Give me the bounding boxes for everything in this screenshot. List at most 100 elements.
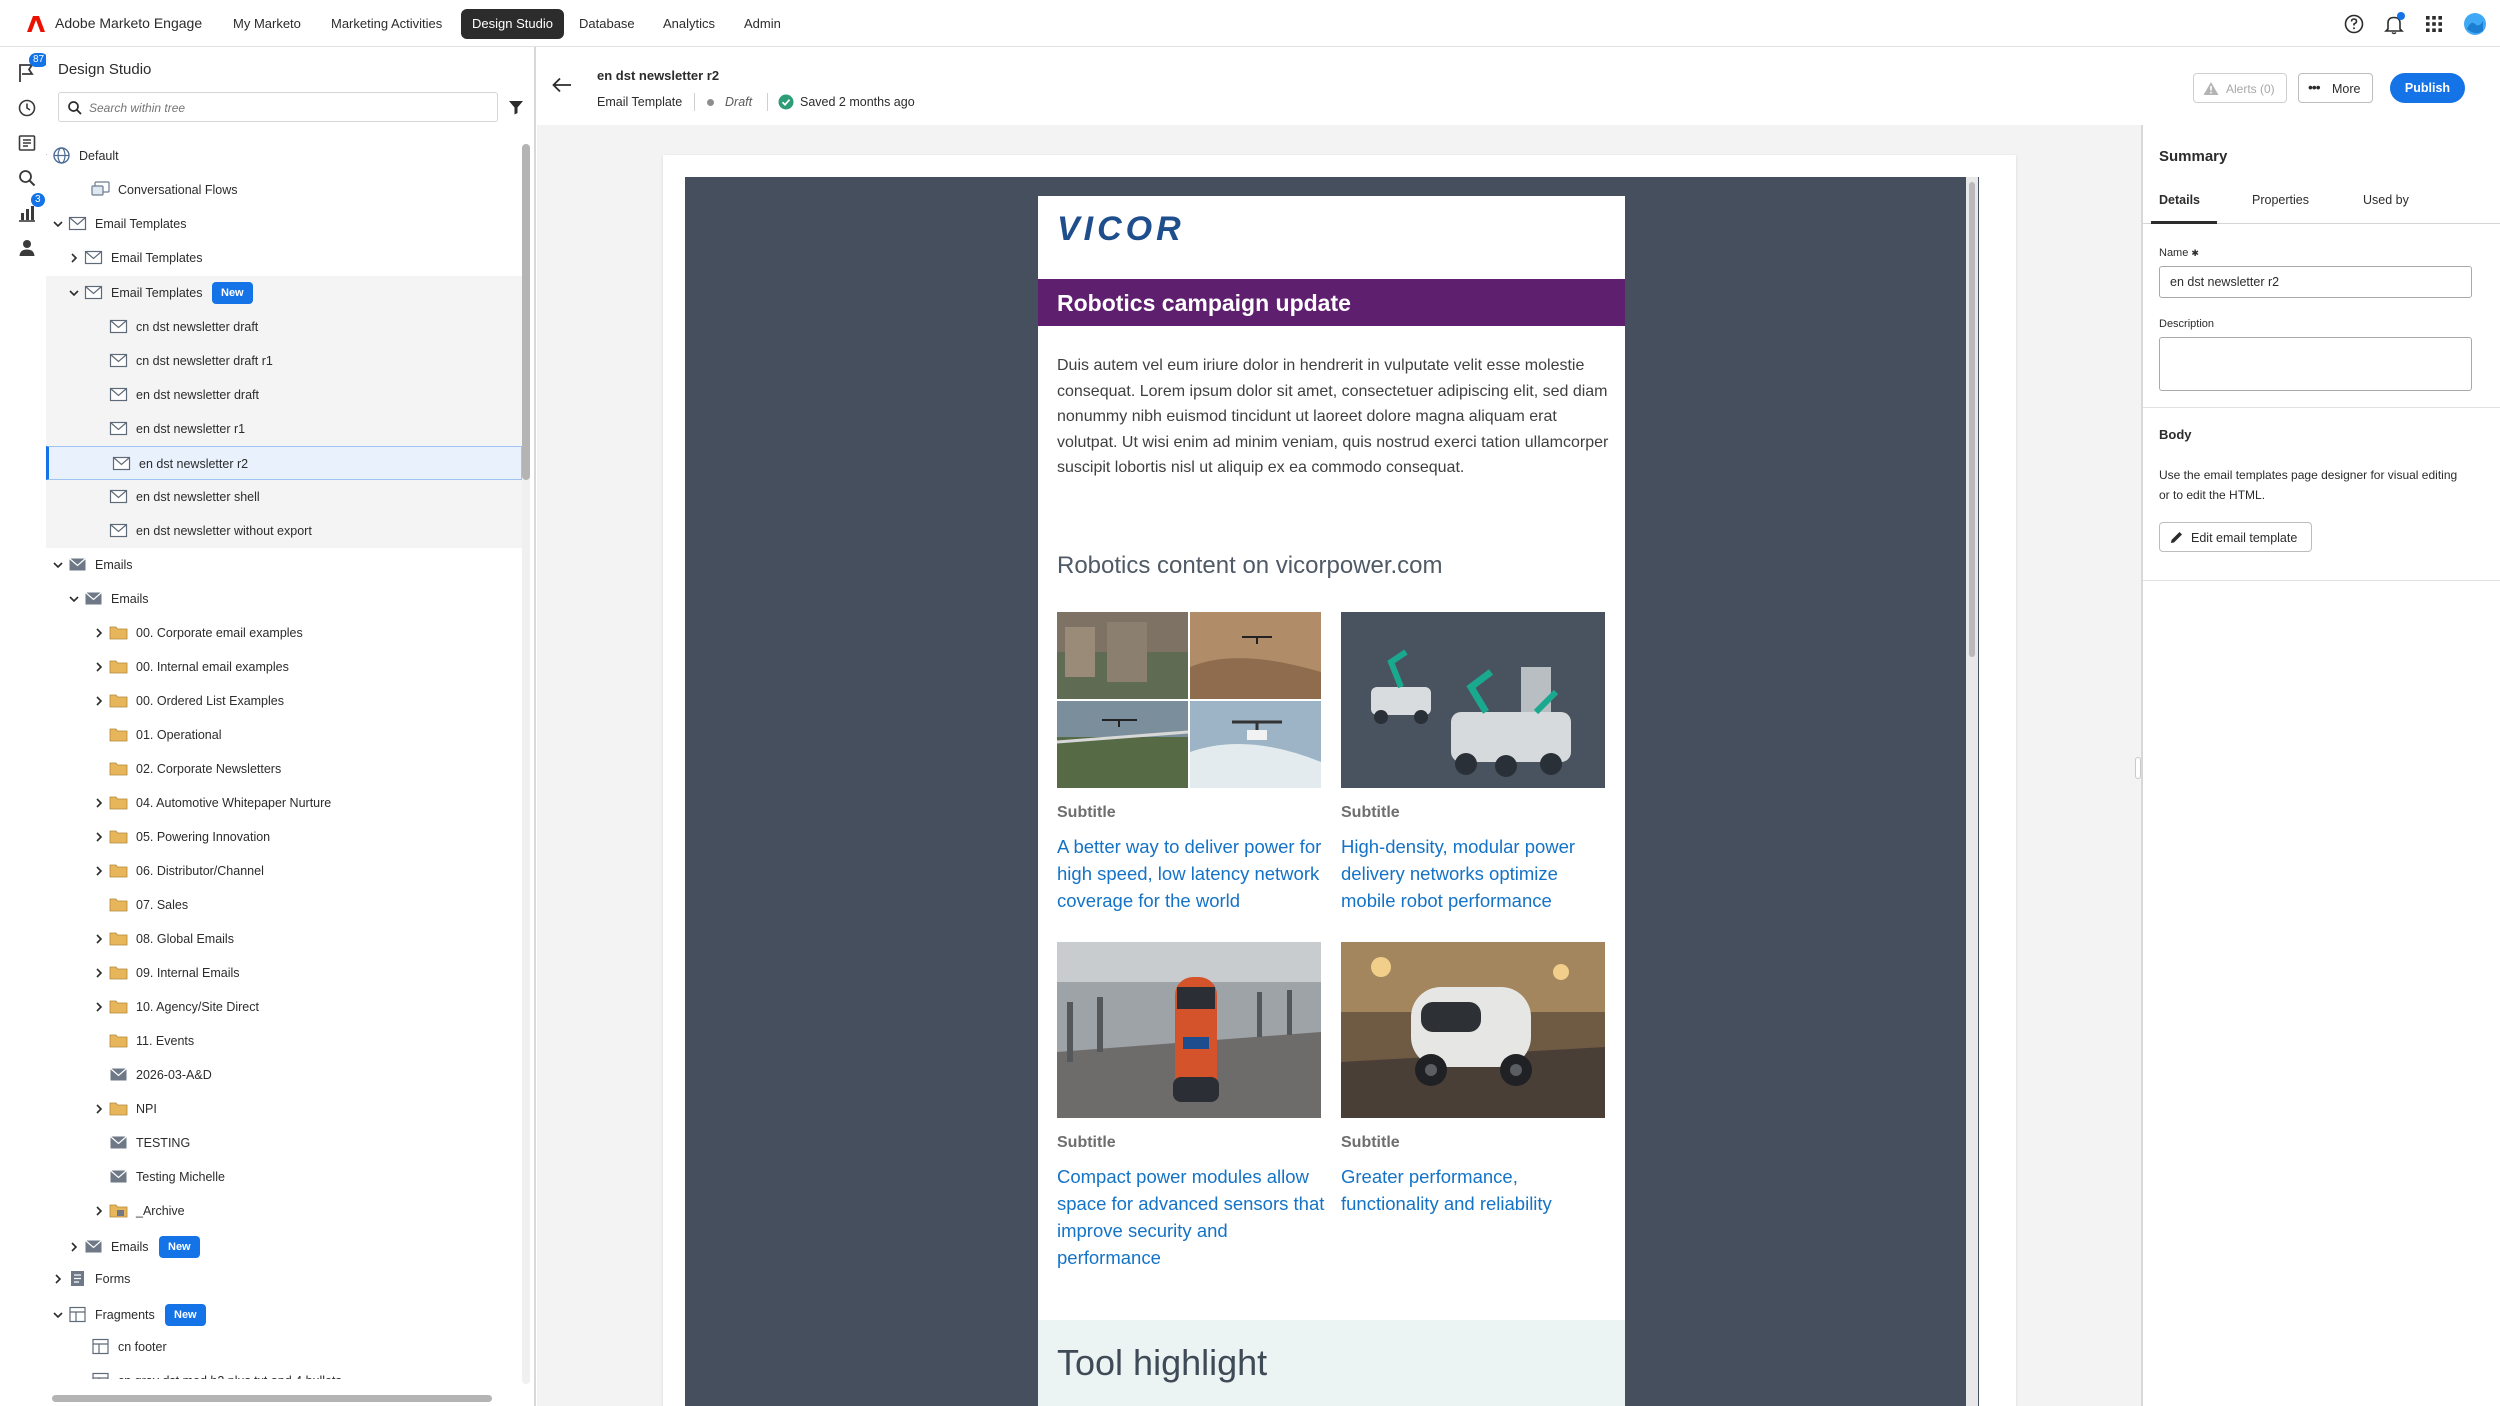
email-body[interactable]: VICOR Robotics campaign update Duis aute… [1038, 196, 1625, 1406]
brand-name[interactable]: Adobe Marketo Engage [55, 13, 202, 33]
nav-admin[interactable]: Admin [733, 9, 792, 39]
tree-item[interactable]: Conversational Flows [46, 173, 522, 207]
chevron-right-icon[interactable] [93, 865, 105, 877]
tree-item[interactable]: TESTING [46, 1126, 522, 1160]
tree-item[interactable]: 01. Operational [46, 718, 522, 752]
chevron-right-icon[interactable] [68, 252, 80, 264]
help-icon[interactable] [2341, 11, 2367, 37]
tree-item[interactable]: 05. Powering Innovation [46, 820, 522, 854]
user-avatar[interactable] [2462, 11, 2488, 37]
tree-item[interactable]: NPI [46, 1092, 522, 1126]
chevron-right-icon[interactable] [93, 1205, 105, 1217]
chevron-right-icon[interactable] [52, 1273, 64, 1285]
tree-item[interactable]: 00. Ordered List Examples [46, 684, 522, 718]
chevron-right-icon[interactable] [93, 1103, 105, 1115]
chevron-down-icon[interactable] [52, 1309, 64, 1321]
tree-item[interactable]: cn dst newsletter draft [46, 310, 522, 344]
search-icon[interactable] [16, 167, 38, 189]
tree-item[interactable]: Emails [46, 548, 522, 582]
tree-panel-title: Design Studio [58, 61, 152, 78]
nav-my-marketo[interactable]: My Marketo [222, 9, 312, 39]
chevron-down-icon[interactable] [52, 559, 64, 571]
tree-item[interactable]: Email Templates [46, 241, 522, 275]
chevron-right-icon[interactable] [93, 661, 105, 673]
alerts-button[interactable]: Alerts (0) [2193, 73, 2287, 103]
tree-item[interactable]: Fragments New [46, 1298, 522, 1332]
chevron-down-icon[interactable] [68, 287, 80, 299]
card-link[interactable]: Greater performance, functionality and r… [1341, 1163, 1611, 1217]
chevron-right-icon[interactable] [93, 933, 105, 945]
description-field[interactable] [2159, 337, 2472, 391]
tree-item[interactable]: Email Templates New [46, 276, 522, 310]
recent-history-icon[interactable] [16, 97, 38, 119]
tree-item[interactable]: en dst newsletter r2 [46, 446, 522, 480]
panel-resize-handle[interactable] [2135, 757, 2141, 779]
publish-button[interactable]: Publish [2390, 73, 2465, 103]
chevron-right-icon[interactable] [93, 627, 105, 639]
tab-properties[interactable]: Properties [2252, 193, 2309, 207]
chevron-down-icon[interactable] [46, 150, 48, 162]
tree-vertical-scrollbar[interactable] [522, 144, 530, 1384]
card-link[interactable]: Compact power modules allow space for ad… [1057, 1163, 1327, 1271]
chevron-down-icon[interactable] [68, 593, 80, 605]
back-arrow-icon[interactable] [551, 75, 573, 95]
adobe-logo-icon[interactable] [26, 14, 46, 34]
tree-item[interactable]: Testing Michelle [46, 1160, 522, 1194]
chevron-right-icon[interactable] [93, 797, 105, 809]
card-link[interactable]: A better way to deliver power for high s… [1057, 833, 1327, 914]
tree-item[interactable]: cn gray dst mod h2 plus txt and 4 bullet… [46, 1364, 522, 1379]
tree-item[interactable]: Email Templates [46, 207, 522, 241]
tree-search[interactable] [58, 92, 498, 122]
tree-item[interactable]: cn dst newsletter draft r1 [46, 344, 522, 378]
fragment-icon [68, 1306, 87, 1323]
tree-horizontal-scrollbar[interactable] [52, 1395, 492, 1402]
preview-scrollbar[interactable] [1966, 177, 1978, 1406]
tab-details[interactable]: Details [2159, 193, 2200, 207]
apps-grid-icon[interactable] [2421, 11, 2447, 37]
nav-design-studio[interactable]: Design Studio [461, 9, 564, 39]
filter-icon[interactable] [506, 97, 526, 117]
nav-database[interactable]: Database [568, 9, 646, 39]
tree-item[interactable]: 06. Distributor/Channel [46, 854, 522, 888]
tree-item[interactable]: en dst newsletter without export [46, 514, 522, 548]
tree-item[interactable]: 09. Internal Emails [46, 956, 522, 990]
nav-analytics[interactable]: Analytics [652, 9, 726, 39]
chevron-right-icon[interactable] [93, 967, 105, 979]
notifications-bell-icon[interactable] [2381, 11, 2407, 37]
tree-item[interactable]: 00. Corporate email examples [46, 616, 522, 650]
tree-item[interactable]: en dst newsletter r1 [46, 412, 522, 446]
tree-item[interactable]: Forms [46, 1262, 522, 1296]
tree-item[interactable]: 10. Agency/Site Direct [46, 990, 522, 1024]
chevron-right-icon[interactable] [93, 1001, 105, 1013]
more-button[interactable]: ••• More [2298, 73, 2373, 103]
tab-used-by[interactable]: Used by [2363, 193, 2409, 207]
chevron-down-icon[interactable] [52, 218, 64, 230]
chevron-right-icon[interactable] [68, 1241, 80, 1253]
person-icon[interactable] [16, 237, 38, 259]
card-link[interactable]: High-density, modular power delivery net… [1341, 833, 1611, 914]
card-image-security-robot [1057, 942, 1321, 1118]
tree-item[interactable]: 00. Internal email examples [46, 650, 522, 684]
tree-item[interactable]: 11. Events [46, 1024, 522, 1058]
tree-item[interactable]: cn footer [46, 1330, 522, 1364]
tree-item[interactable]: 04. Automotive Whitepaper Nurture [46, 786, 522, 820]
tree-item[interactable]: Emails [46, 582, 522, 616]
name-field[interactable] [2159, 266, 2472, 298]
list-view-icon[interactable] [16, 132, 38, 154]
tree-item[interactable]: 2026-03-A&D [46, 1058, 522, 1092]
tree-item[interactable]: Default [46, 139, 522, 173]
description-field-label: Description [2159, 318, 2215, 330]
tree-item[interactable]: Emails New [46, 1230, 522, 1264]
edit-email-template-button[interactable]: Edit email template [2159, 522, 2312, 552]
tree-search-input[interactable] [89, 97, 489, 119]
chevron-right-icon[interactable] [93, 695, 105, 707]
nav-marketing-activities[interactable]: Marketing Activities [320, 9, 453, 39]
tree-item[interactable]: en dst newsletter draft [46, 378, 522, 412]
tree-item[interactable]: en dst newsletter shell [46, 480, 522, 514]
tree-item[interactable]: 07. Sales [46, 888, 522, 922]
tree-item[interactable]: _Archive [46, 1194, 522, 1228]
tree-item[interactable]: 08. Global Emails [46, 922, 522, 956]
tree-item[interactable]: 02. Corporate Newsletters [46, 752, 522, 786]
card-image-delivery-robot [1341, 942, 1605, 1118]
chevron-right-icon[interactable] [93, 831, 105, 843]
